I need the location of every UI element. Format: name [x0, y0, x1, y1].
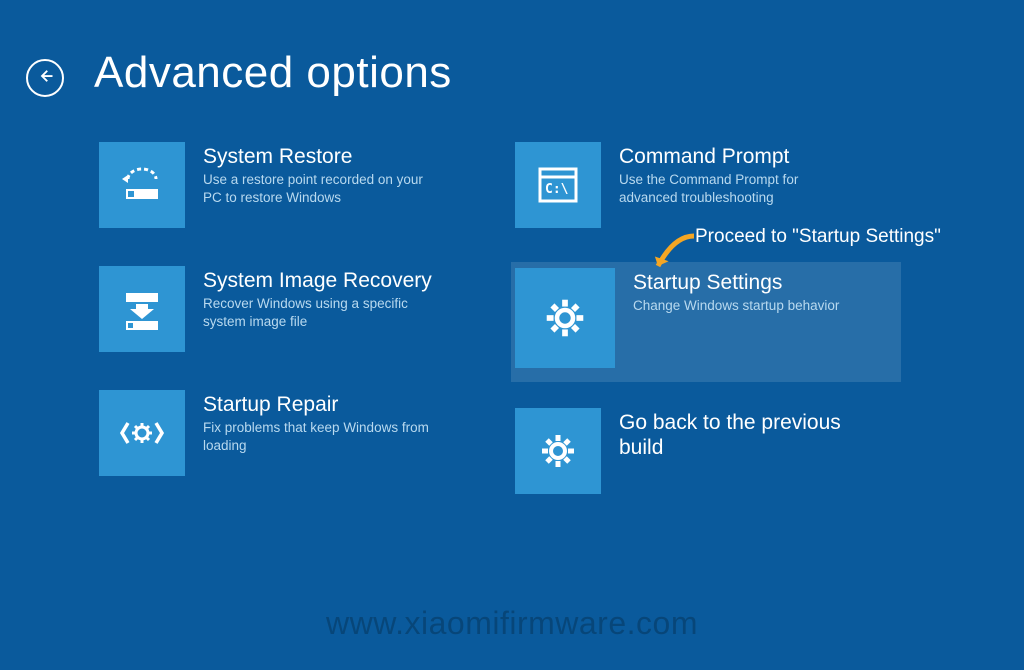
- tile-system-image-recovery[interactable]: System Image Recovery Recover Windows us…: [95, 262, 485, 364]
- tile-title: System Restore: [203, 144, 443, 169]
- tile-title: Go back to the previous build: [619, 410, 859, 460]
- tile-text: System Restore Use a restore point recor…: [203, 142, 443, 206]
- back-arrow-icon: [36, 67, 54, 89]
- tile-desc: Fix problems that keep Windows from load…: [203, 419, 443, 454]
- tile-desc: Use the Command Prompt for advanced trou…: [619, 171, 859, 206]
- tile-command-prompt[interactable]: C:\ Command Prompt Use the Command Promp…: [511, 138, 901, 240]
- system-restore-icon: [99, 142, 185, 228]
- tile-startup-repair[interactable]: Startup Repair Fix problems that keep Wi…: [95, 386, 485, 488]
- tile-title: Startup Repair: [203, 392, 443, 417]
- tile-go-back-previous-build[interactable]: Go back to the previous build: [511, 404, 901, 506]
- startup-settings-icon: [515, 268, 615, 368]
- tile-desc: Recover Windows using a specific system …: [203, 295, 443, 330]
- column-right: C:\ Command Prompt Use the Command Promp…: [511, 138, 901, 528]
- tile-text: Startup Repair Fix problems that keep Wi…: [203, 390, 443, 454]
- svg-text:C:\: C:\: [545, 182, 569, 197]
- tile-text: Go back to the previous build: [619, 408, 859, 462]
- page-title: Advanced options: [94, 48, 452, 98]
- startup-repair-icon: [99, 390, 185, 476]
- command-prompt-icon: C:\: [515, 142, 601, 228]
- annotation-text: Proceed to "Startup Settings": [695, 226, 941, 248]
- system-image-recovery-icon: [99, 266, 185, 352]
- back-button[interactable]: [26, 59, 64, 97]
- tile-startup-settings[interactable]: Startup Settings Change Windows startup …: [511, 262, 901, 382]
- watermark: www.xiaomifirmware.com: [326, 605, 698, 642]
- go-back-icon: [515, 408, 601, 494]
- tile-title: System Image Recovery: [203, 268, 443, 293]
- tile-system-restore[interactable]: System Restore Use a restore point recor…: [95, 138, 485, 240]
- tile-text: Command Prompt Use the Command Prompt fo…: [619, 142, 859, 206]
- tile-desc: Use a restore point recorded on your PC …: [203, 171, 443, 206]
- header: Advanced options: [0, 0, 1024, 98]
- tile-desc: Change Windows startup behavior: [633, 297, 839, 315]
- tile-text: System Image Recovery Recover Windows us…: [203, 266, 443, 330]
- tile-title: Command Prompt: [619, 144, 859, 169]
- column-left: System Restore Use a restore point recor…: [95, 138, 485, 510]
